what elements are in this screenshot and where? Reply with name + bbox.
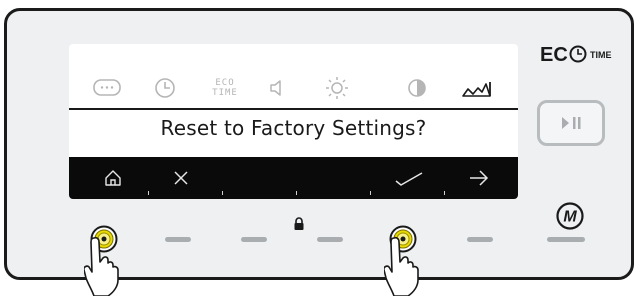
eco-logo-suffix: TIME [590, 50, 612, 60]
button-indicator [165, 237, 191, 242]
softbar-divider [370, 191, 371, 195]
pressing-hand-icon [84, 236, 119, 296]
menu-separator [69, 108, 518, 110]
m-logo-icon: M [556, 202, 584, 230]
arrow-right-icon[interactable] [455, 157, 503, 199]
sound-icon [257, 70, 297, 106]
message-icon [87, 70, 127, 106]
check-icon[interactable] [385, 157, 433, 199]
lock-icon [294, 217, 304, 230]
contrast-icon [397, 70, 437, 106]
softkey-bar [69, 157, 518, 199]
softbar-divider [296, 191, 297, 195]
eco-time-label-line2: TIME [212, 88, 238, 98]
menu-icon-row: ECO TIME [69, 70, 518, 106]
button-indicator [467, 237, 493, 242]
close-icon[interactable] [157, 157, 205, 199]
factory-icon [457, 70, 497, 106]
m-logo-text: M [563, 209, 577, 226]
softbar-divider [148, 191, 149, 195]
brightness-icon [317, 70, 357, 106]
button-indicator [241, 237, 267, 242]
reset-prompt-text: Reset to Factory Settings? [160, 116, 427, 140]
eco-time-label-line1: ECO [215, 78, 235, 88]
lcd-display: ECO TIME Reset to Factory Settings? [69, 44, 518, 199]
play-pause-button[interactable] [537, 100, 605, 146]
softbar-divider [222, 191, 223, 195]
eco-time-icon: ECO TIME [205, 70, 245, 106]
eco-time-logo: EC TIME [540, 44, 612, 65]
eco-logo-text: EC [540, 44, 568, 65]
play-pause-icon [562, 117, 581, 129]
clock-icon [145, 70, 185, 106]
button-indicator [547, 237, 585, 242]
home-icon[interactable] [89, 157, 137, 199]
pressing-hand-icon [384, 236, 419, 296]
button-indicator [317, 237, 343, 242]
softbar-divider [444, 191, 445, 195]
